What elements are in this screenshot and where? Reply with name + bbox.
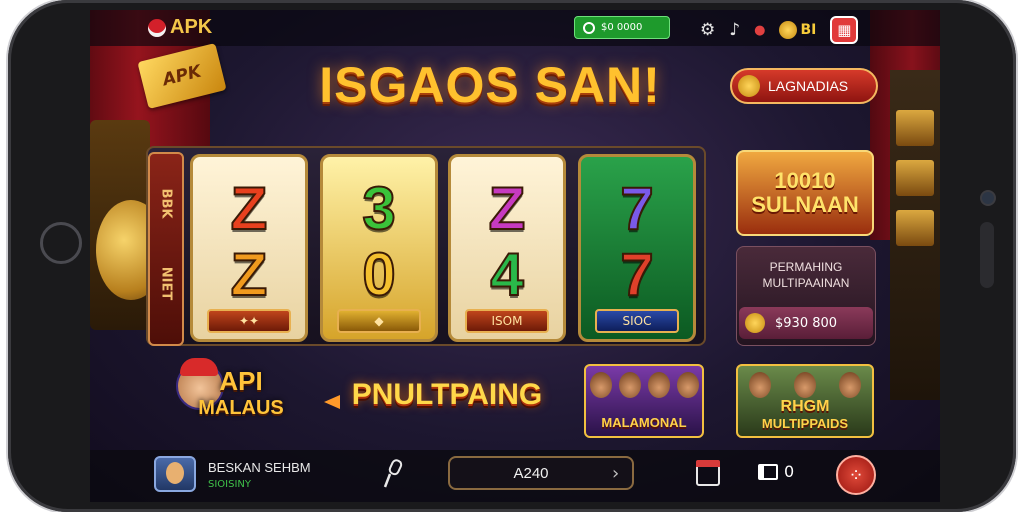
balance-display[interactable]: $0 0000 bbox=[574, 16, 670, 39]
leaderboard-label: LAGNADIAS bbox=[768, 78, 849, 94]
multiplayer-card-1[interactable]: MALAMONAL bbox=[584, 364, 704, 438]
coin-icon bbox=[745, 313, 765, 333]
bet-value: A240 bbox=[513, 464, 549, 482]
game-title: ISGAOS SAN! bbox=[319, 57, 661, 113]
jackpot-promo[interactable]: 10010 SULNAAN bbox=[736, 150, 874, 236]
multiplayer-value: $930 800 bbox=[775, 315, 838, 331]
reel-symbol: 7 bbox=[619, 175, 654, 242]
character-logo[interactable]: API MALAUS bbox=[186, 362, 296, 434]
game-screen: APK $0 0000 ⚙ ♪ ● BI ▦ APK ISGAOS SAN! L… bbox=[90, 10, 940, 502]
promo-line-2: SULNAAN bbox=[751, 192, 859, 217]
reel-symbol: Z bbox=[230, 241, 269, 308]
multiplayer-panel[interactable]: PERMAHING MULTIPAAINAN $930 800 bbox=[736, 246, 876, 346]
reel-symbol: 0 bbox=[361, 241, 396, 308]
message-counter[interactable]: 0 bbox=[758, 462, 794, 481]
player-status: SIOISINY bbox=[208, 479, 252, 490]
character-logo-line-1: API bbox=[219, 366, 263, 396]
multiplayer-card-2[interactable]: RHGM MULTIPPAIDS bbox=[736, 364, 874, 438]
brand-name: APK bbox=[170, 16, 213, 38]
top-icons: ⚙ ♪ ● BI ▦ bbox=[700, 16, 859, 44]
reel-symbol: Z bbox=[488, 175, 527, 242]
reel-4: 7 7 SIOC bbox=[578, 154, 696, 342]
gear-icon[interactable]: ⚙ bbox=[700, 20, 715, 40]
brand: APK bbox=[148, 16, 212, 39]
multiplayer-banner[interactable]: PNULTPAING bbox=[332, 378, 562, 412]
side-label: BBK NIET bbox=[148, 152, 184, 346]
player-avatar[interactable] bbox=[154, 456, 196, 492]
reel-symbol: 7 bbox=[619, 241, 654, 308]
grid-icon: ⁘ bbox=[848, 464, 864, 486]
side-label-top: BBK bbox=[158, 188, 174, 219]
dollar-icon bbox=[583, 21, 595, 34]
chevron-right-icon: › bbox=[612, 462, 620, 484]
bet-selector[interactable]: A240 › bbox=[448, 456, 634, 490]
reel-plate: SIOC bbox=[595, 309, 679, 333]
character-logo-line-2: MALAUS bbox=[198, 397, 284, 419]
coin-icon bbox=[779, 21, 798, 39]
reel-symbol: Z bbox=[230, 175, 269, 242]
card-2-label: RHGM MULTIPPAIDS bbox=[738, 398, 872, 432]
reel-symbol: 3 bbox=[361, 175, 396, 242]
leaderboard-button[interactable]: LAGNADIAS bbox=[730, 68, 878, 104]
multiplayer-value-bar: $930 800 bbox=[739, 307, 873, 339]
multiplayer-title: PERMAHING MULTIPAAINAN bbox=[762, 260, 850, 290]
reel-symbol: 4 bbox=[489, 241, 524, 308]
message-count: 0 bbox=[784, 462, 795, 481]
reel-plate: ✦✦ bbox=[207, 309, 291, 333]
balance-value: $0 0000 bbox=[601, 22, 643, 33]
inbox-icon bbox=[758, 463, 778, 480]
reel-plate: ◆ bbox=[337, 309, 421, 333]
ribbon-label: APK bbox=[160, 61, 204, 91]
grid-icon[interactable]: ▦ bbox=[830, 16, 859, 44]
coins-label: BI bbox=[800, 22, 817, 38]
reel-plate: ISOM bbox=[465, 309, 549, 333]
home-button[interactable] bbox=[40, 222, 82, 264]
promo-line-1: 10010 bbox=[774, 168, 836, 193]
card-faces bbox=[738, 372, 872, 398]
sound-icon[interactable]: ♪ bbox=[729, 20, 740, 40]
card-2-label-line-1: RHGM bbox=[780, 398, 830, 415]
side-label-bottom: NIET bbox=[158, 266, 174, 301]
coins-chip[interactable]: BI bbox=[779, 21, 816, 39]
card-faces bbox=[586, 372, 702, 398]
reel-2: 3 0 ◆ bbox=[320, 154, 438, 342]
background-slot-machines-right bbox=[890, 70, 940, 400]
location-icon[interactable]: ● bbox=[754, 23, 765, 38]
coin-icon bbox=[738, 75, 760, 97]
microphone-icon[interactable] bbox=[382, 458, 404, 490]
brand-icon bbox=[148, 18, 166, 37]
camera bbox=[982, 192, 994, 204]
reel-3: Z 4 ISOM bbox=[448, 154, 566, 342]
player-name: BESKAN SEHBM bbox=[208, 460, 311, 475]
calendar-icon[interactable] bbox=[696, 460, 720, 486]
side-button bbox=[980, 222, 994, 288]
card-1-label: MALAMONAL bbox=[601, 415, 687, 430]
reel-1: Z Z ✦✦ bbox=[190, 154, 308, 342]
card-2-label-line-2: MULTIPPAIDS bbox=[761, 416, 849, 431]
spin-button[interactable]: ⁘ bbox=[836, 455, 876, 495]
